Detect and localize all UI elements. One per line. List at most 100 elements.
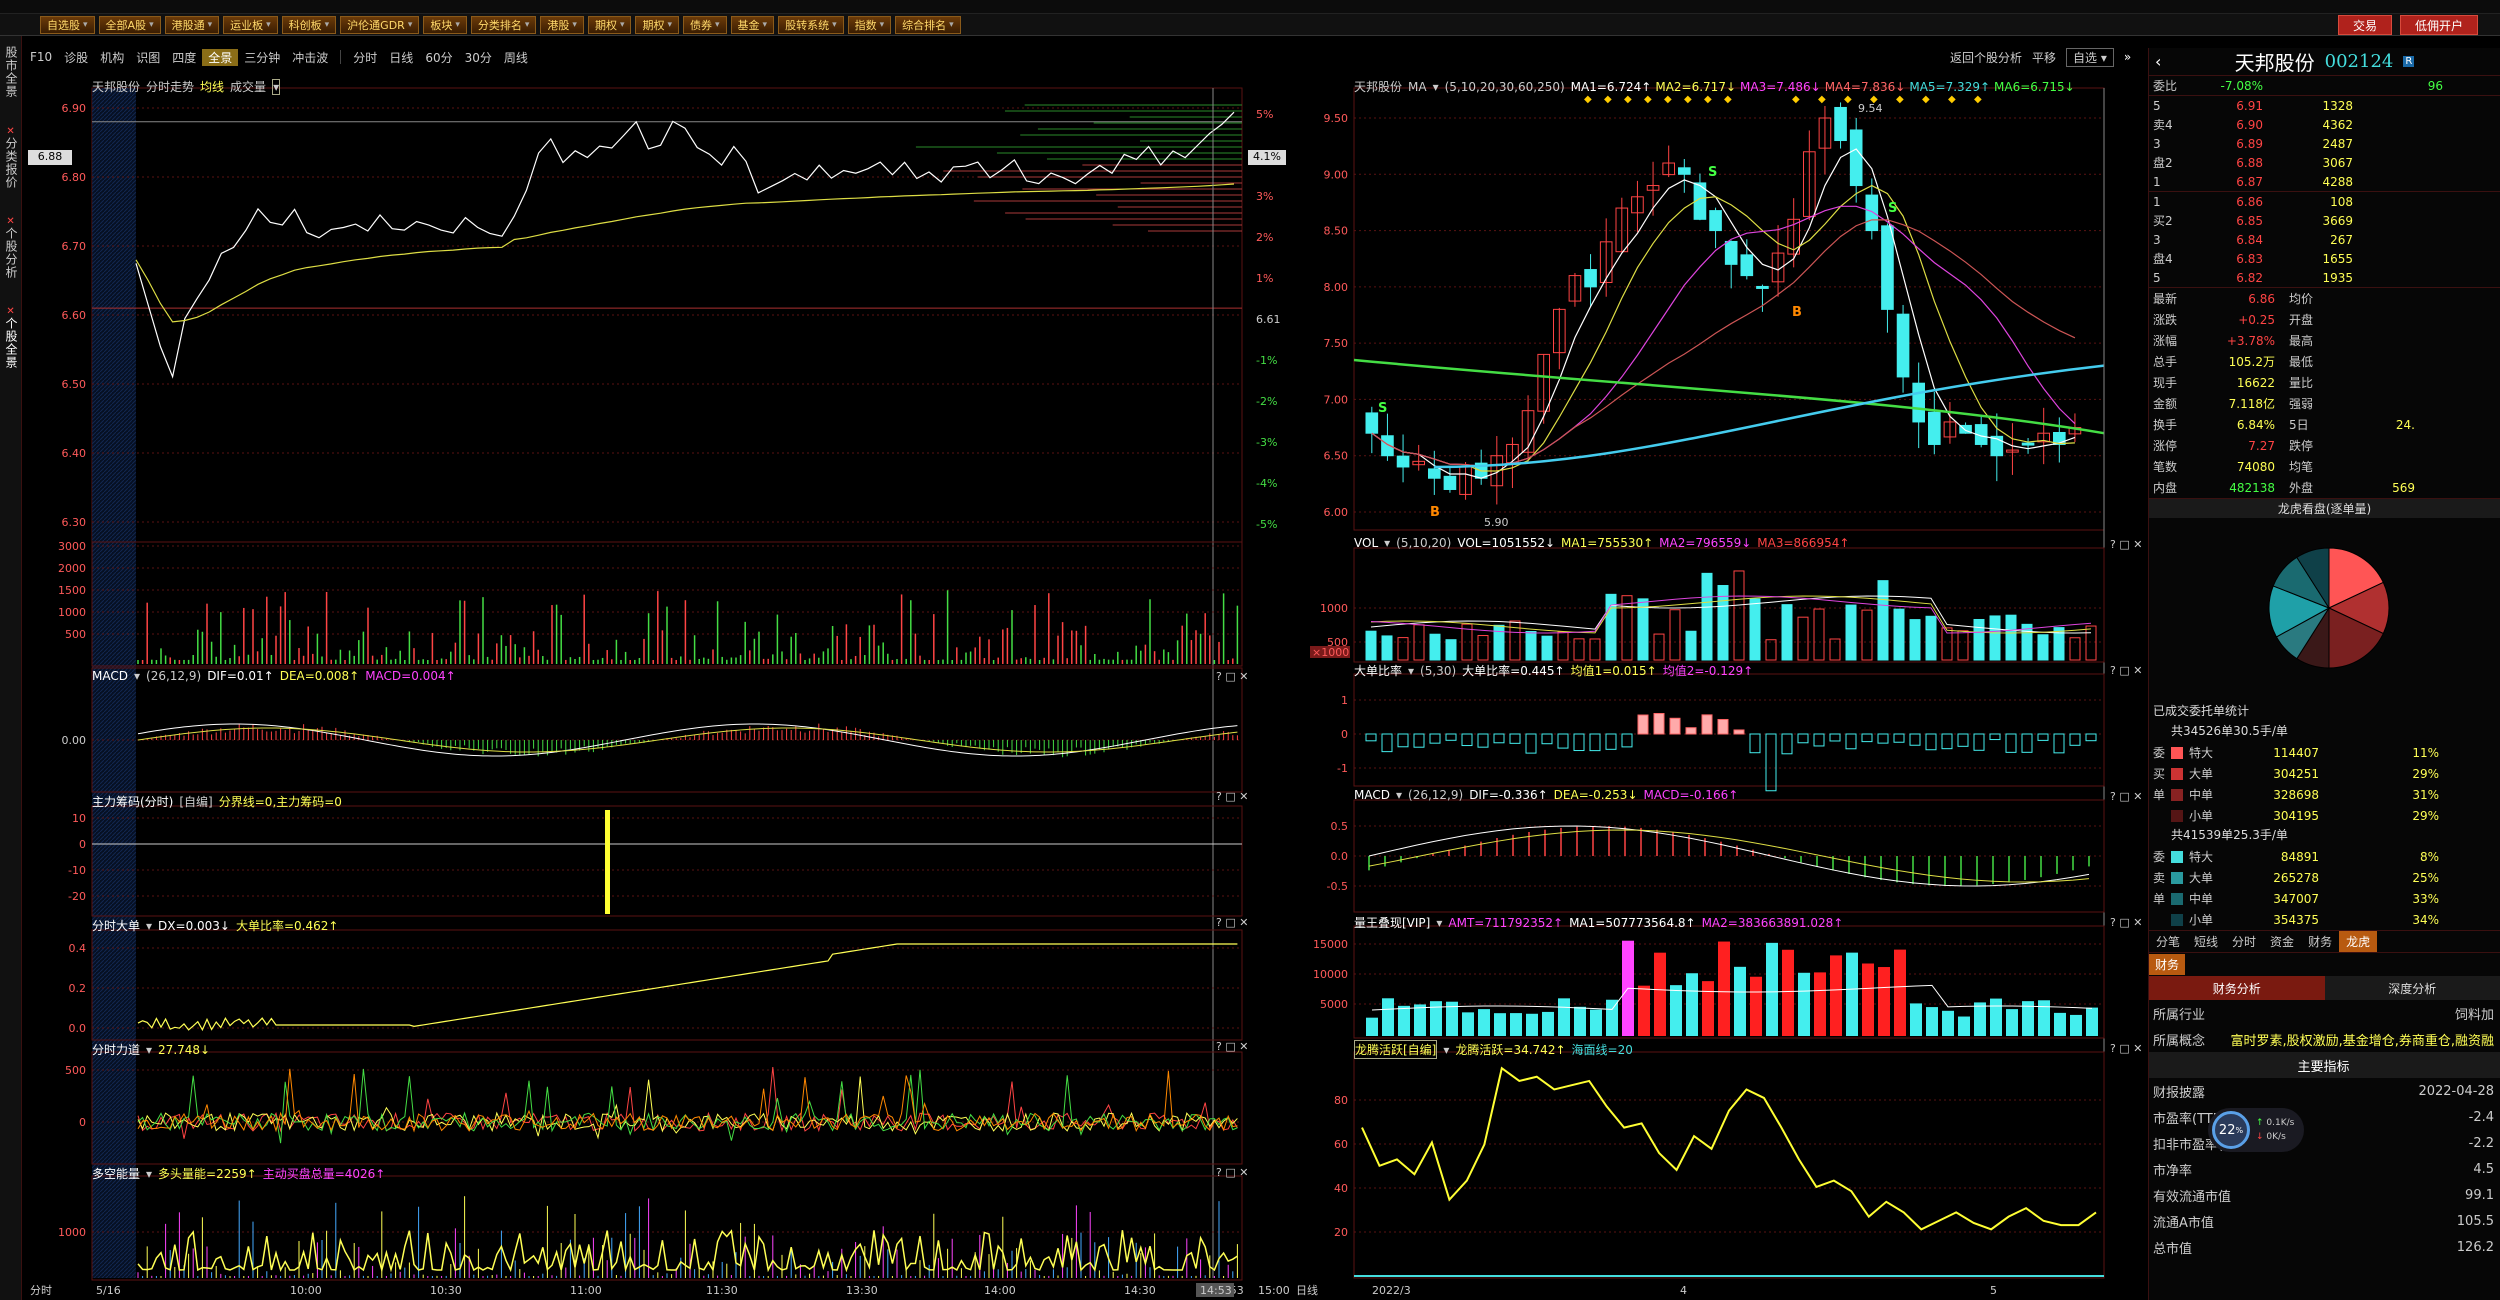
bid-row[interactable]: 5 6.82 1935 <box>2149 268 2500 287</box>
event-marker-icon[interactable]: ◆ <box>1684 94 1692 105</box>
amount-bar <box>1366 1017 1378 1036</box>
axis-label: 6.50 <box>62 378 87 391</box>
amount-bar <box>1830 955 1842 1036</box>
bid-row[interactable]: 3 6.84 267 <box>2149 230 2500 249</box>
amount-bar <box>1718 941 1730 1036</box>
event-marker-icon[interactable]: ◆ <box>1704 94 1712 105</box>
axis-label: 5000 <box>1320 998 1348 1011</box>
amount-bar <box>1894 949 1906 1036</box>
finance-analysis-tab[interactable]: 财务分析 <box>2149 976 2325 1000</box>
event-marker-icon[interactable]: ◆ <box>1896 94 1904 105</box>
amount-bar <box>1926 1007 1938 1036</box>
event-marker-icon[interactable]: ◆ <box>1604 94 1612 105</box>
trade-button[interactable]: 交易 <box>2338 15 2393 35</box>
amount-bar <box>1942 1010 1954 1036</box>
candle-body <box>1428 468 1441 479</box>
cpu-gauge: 22% <box>2212 1111 2250 1149</box>
event-marker-icon[interactable]: ◆ <box>1624 94 1632 105</box>
axis-label: -5% <box>1256 518 1277 531</box>
panel-tab[interactable]: 龙虎 <box>2339 931 2378 952</box>
vol-title: VOL ▾ (5,10,20) VOL=1051552↓ MA1=755530↑ MA2… <box>1354 536 1850 550</box>
event-marker-icon[interactable]: ◆ <box>1818 94 1826 105</box>
stat-row: 涨幅 +3.78% 最高 <box>2153 333 2314 349</box>
axis-label: 14:53 <box>1200 1284 1232 1297</box>
axis-label: -0.5 <box>1327 880 1348 893</box>
event-marker-icon[interactable]: ◆ <box>1724 94 1732 105</box>
bid-row[interactable]: 盘4 6.83 1655 <box>2149 249 2500 268</box>
zhuli-bar <box>605 810 610 914</box>
zhuli-panel <box>91 805 1243 917</box>
volume-bar <box>1845 604 1857 661</box>
panel-controls-icon[interactable]: ? □ ✕ <box>2110 664 2142 677</box>
dadan-bar <box>1893 733 1905 743</box>
panel-controls-icon[interactable]: ? □ ✕ <box>2110 1042 2142 1055</box>
buy-total: 共34526单30.5手/单 <box>2171 724 2288 738</box>
event-marker-icon[interactable]: ◆ <box>1792 94 1800 105</box>
event-marker-icon[interactable]: ◆ <box>1644 94 1652 105</box>
event-marker-icon[interactable]: ◆ <box>1974 94 1982 105</box>
ask-row[interactable]: 1 6.87 4288 <box>2149 172 2500 191</box>
panel-tab[interactable]: 短线 <box>2187 931 2225 952</box>
dropdown-icon[interactable]: ▾ <box>272 78 281 95</box>
dadan-bar <box>1845 733 1857 750</box>
panel-controls-icon[interactable]: ? □ ✕ <box>2110 916 2142 929</box>
dadan-bar <box>1749 733 1761 754</box>
ask-row[interactable]: 3 6.89 2487 <box>2149 134 2500 153</box>
panel-controls-icon[interactable]: ? □ ✕ <box>2110 790 2142 803</box>
color-swatch <box>2171 746 2183 759</box>
axis-label: -2% <box>1256 395 1277 408</box>
event-marker-icon[interactable]: ◆ <box>1922 94 1930 105</box>
volume-bar <box>1733 570 1745 661</box>
back-arrow-icon[interactable]: ‹ <box>2155 52 2161 71</box>
candle-body <box>1396 455 1410 468</box>
bid-row[interactable]: 1 6.86 108 <box>2149 192 2500 211</box>
amount-bar <box>1510 1013 1522 1036</box>
deep-analysis-tab[interactable]: 深度分析 <box>2324 976 2500 1000</box>
bid-row[interactable]: 买2 6.85 3669 <box>2149 211 2500 230</box>
panel-controls-icon[interactable]: ? □ ✕ <box>1216 1166 1248 1179</box>
dadan-bar <box>1941 733 1953 750</box>
panel-tab[interactable]: 资金 <box>2263 931 2301 952</box>
event-marker-icon[interactable]: ◆ <box>1844 94 1852 105</box>
candle-body <box>1724 240 1738 265</box>
panel-controls-icon[interactable]: ? □ ✕ <box>2110 538 2142 551</box>
panel-controls-icon[interactable]: ? □ ✕ <box>1216 670 1248 683</box>
finance-row: 所属概念 富时罗素,股权激励,基金增仓,券商重仓,融资融 <box>2153 1033 2494 1049</box>
quote-header: ‹ 天邦股份 002124 R <box>2149 48 2500 76</box>
dadan-bar <box>1717 718 1729 735</box>
panel-tab[interactable]: 财务 <box>2301 931 2339 952</box>
order-stat-row: 单中单 328698 31% <box>2153 787 2439 803</box>
amount-bar <box>1494 1013 1506 1036</box>
amount-bar <box>1430 1001 1442 1036</box>
axis-label: 6.60 <box>62 309 87 322</box>
speed-readout: ↑ 0.1K/s ↓ 0K/s <box>2256 1118 2295 1142</box>
axis-label: ×1000 <box>1312 646 1349 659</box>
panel-controls-icon[interactable]: ? □ ✕ <box>1216 790 1248 803</box>
network-speed-widget[interactable]: 22% ↑ 0.1K/s ↓ 0K/s <box>2208 1108 2304 1152</box>
dadan-bar <box>1397 733 1409 748</box>
panel-tab[interactable]: 分笔 <box>2149 931 2187 952</box>
candle-body <box>1928 411 1941 445</box>
open-account-button[interactable]: 低佣开户 <box>2400 15 2479 35</box>
panel-controls-icon[interactable]: ? □ ✕ <box>1216 916 1248 929</box>
duokong-panel <box>91 1175 1243 1281</box>
amount-bar <box>2054 1012 2066 1036</box>
event-marker-icon[interactable]: ◆ <box>1948 94 1956 105</box>
finance-tab[interactable]: 财务 <box>2149 954 2186 975</box>
amount-ma-line <box>1371 984 2093 1011</box>
amount-bar <box>1878 967 1890 1036</box>
ask-row[interactable]: 卖4 6.90 4362 <box>2149 115 2500 134</box>
ask-row[interactable]: 盘2 6.88 3067 <box>2149 153 2500 172</box>
vol-ma-line <box>1370 595 2092 634</box>
axis-label: 9.54 <box>1858 102 1883 115</box>
color-swatch <box>2171 892 2183 905</box>
panel-controls-icon[interactable]: ? □ ✕ <box>1216 1040 1248 1053</box>
event-marker-icon[interactable]: ◆ <box>1584 94 1592 105</box>
dadan-bar <box>1957 733 1969 747</box>
ask-row[interactable]: 5 6.91 1328 <box>2149 96 2500 115</box>
event-marker-icon[interactable]: ◆ <box>1664 94 1672 105</box>
axis-label: 15000 <box>1313 938 1348 951</box>
dadan-bar <box>1781 733 1793 755</box>
panel-tab[interactable]: 分时 <box>2225 931 2263 952</box>
dadan-bar <box>2037 733 2049 741</box>
